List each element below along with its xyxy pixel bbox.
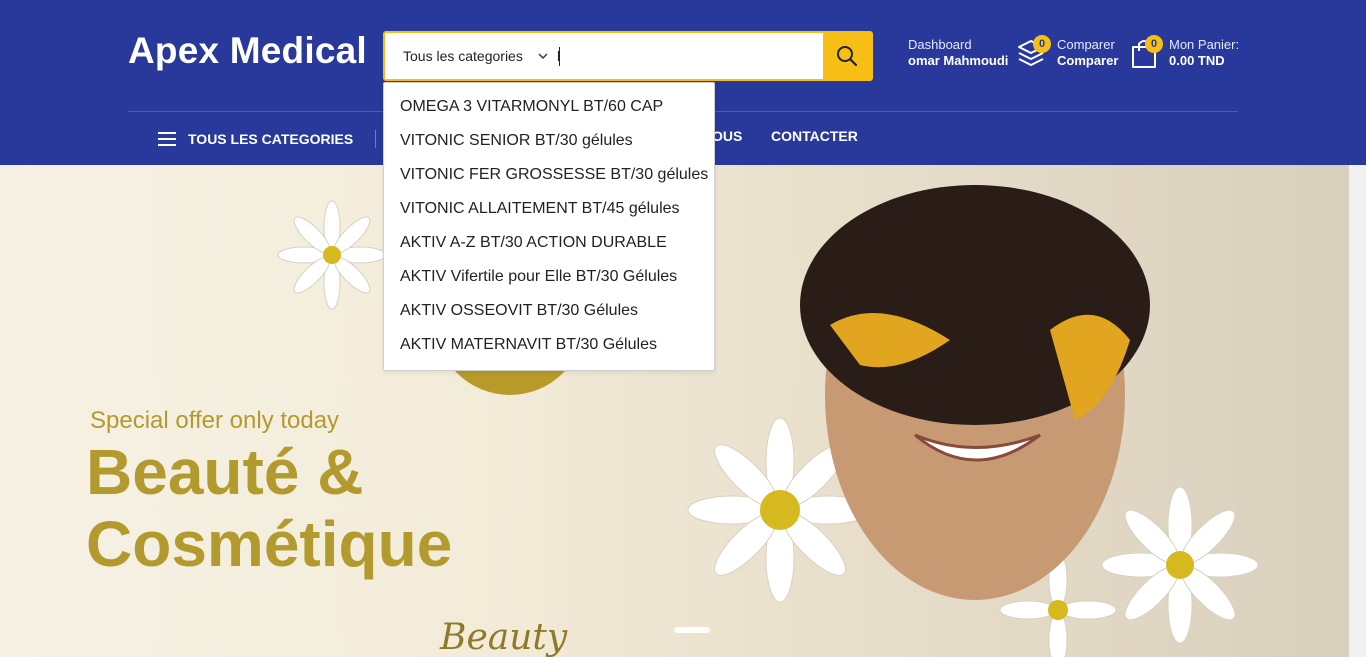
- cart-count-badge: 0: [1145, 35, 1163, 53]
- search-bar: Tous les categories: [383, 31, 873, 81]
- search-input[interactable]: [555, 33, 823, 79]
- category-select[interactable]: Tous les categories: [385, 33, 560, 79]
- suggestion-item[interactable]: AKTIV MATERNAVIT BT/30 Gélules: [384, 333, 714, 367]
- account-link[interactable]: Dashboard omar Mahmoudi: [908, 37, 1008, 69]
- search-suggestions: OMEGA 3 VITARMONYL BT/60 CAP VITONIC SEN…: [383, 82, 715, 371]
- hero-offer-text: Special offer only today: [90, 407, 340, 434]
- account-label: Dashboard: [908, 37, 972, 52]
- nav-item-contact[interactable]: CONTACTER: [771, 128, 858, 144]
- hero-script-text: Beauty: [440, 617, 568, 657]
- nav-separator: [375, 130, 376, 148]
- category-select-label: Tous les categories: [403, 48, 523, 64]
- suggestion-item[interactable]: VITONIC SENIOR BT/30 gélules: [384, 129, 714, 163]
- search-icon: [837, 46, 858, 67]
- suggestion-item[interactable]: OMEGA 3 VITARMONYL BT/60 CAP: [384, 95, 714, 129]
- suggestion-item[interactable]: AKTIV Vifertile pour Elle BT/30 Gélules: [384, 265, 714, 299]
- site-logo[interactable]: Apex Medical: [128, 30, 367, 72]
- search-button[interactable]: [823, 33, 871, 79]
- slider-indicator[interactable]: [674, 627, 710, 633]
- cart-total: 0.00 TND: [1169, 53, 1225, 68]
- hero-title-line2: Cosmétique: [86, 508, 453, 580]
- suggestion-item[interactable]: VITONIC FER GROSSESSE BT/30 gélules: [384, 163, 714, 197]
- all-categories-label: TOUS LES CATEGORIES: [188, 131, 354, 147]
- compare-link[interactable]: 0 Comparer Comparer: [1015, 35, 1125, 71]
- text-caret: [559, 47, 560, 66]
- compare-count-badge: 0: [1033, 35, 1051, 53]
- nav-item-partial[interactable]: OUS: [712, 128, 742, 144]
- compare-label: Comparer: [1057, 37, 1115, 52]
- page-scrollbar[interactable]: [1349, 165, 1366, 657]
- chevron-down-icon: [538, 53, 548, 59]
- suggestion-item[interactable]: VITONIC ALLAITEMENT BT/45 gélules: [384, 197, 714, 231]
- hero-title-line1: Beauté &: [86, 436, 364, 508]
- suggestion-item[interactable]: AKTIV OSSEOVIT BT/30 Gélules: [384, 299, 714, 333]
- compare-value: Comparer: [1057, 53, 1119, 68]
- account-name: omar Mahmoudi: [908, 53, 1009, 68]
- cart-label: Mon Panier:: [1169, 37, 1240, 52]
- cart-link[interactable]: 0 Mon Panier: 0.00 TND: [1129, 35, 1241, 71]
- menu-icon: [158, 132, 176, 146]
- suggestion-item[interactable]: AKTIV A-Z BT/30 ACTION DURABLE: [384, 231, 714, 265]
